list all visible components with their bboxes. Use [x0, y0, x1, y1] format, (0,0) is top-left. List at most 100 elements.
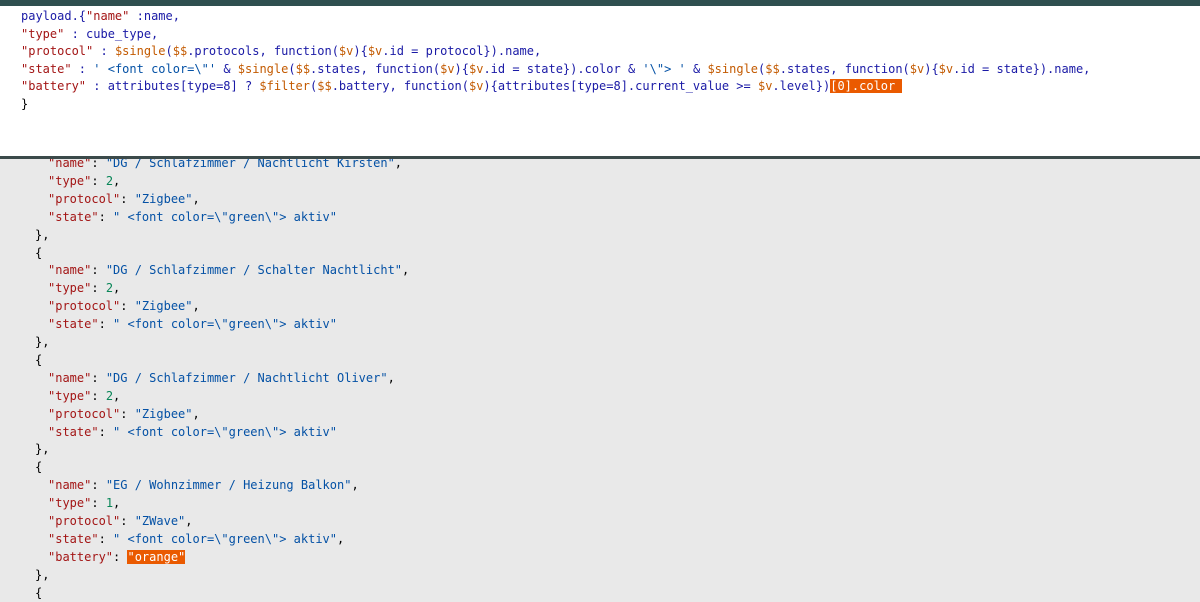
code-token: ){attributes[type=8].current_value >=	[483, 79, 758, 94]
code-token: " <font color=\"green\"> aktiv"	[113, 317, 337, 332]
code-token: ' <font color=\"'	[93, 61, 217, 76]
code-token: "DG / Schlafzimmer / Nachtlicht Oliver"	[105, 370, 388, 385]
output-code-line: },	[35, 334, 49, 351]
code-token: :	[91, 496, 106, 511]
code-token: ,	[185, 514, 193, 528]
code-token: "DG / Schlafzimmer / Schalter Nachtlicht…	[105, 263, 403, 278]
code-token: :	[120, 406, 135, 421]
code-token: "type"	[48, 173, 92, 188]
code-token: "battery"	[48, 549, 114, 564]
code-token: :	[120, 299, 135, 314]
editor-code-line[interactable]: "type" : cube_type,	[21, 26, 158, 43]
code-token: },	[35, 567, 50, 582]
editor-code-line[interactable]: "state" : ' <font color=\"' & $single($$…	[21, 61, 1090, 78]
output-code-line: "state": " <font color=\"green\"> aktiv"	[48, 424, 337, 441]
code-token: "protocol"	[48, 514, 121, 528]
code-token: $single	[237, 61, 289, 76]
output-code-line: {	[35, 245, 42, 262]
code-token: :	[91, 478, 106, 493]
code-token: :	[113, 549, 128, 564]
code-token: $v	[909, 61, 925, 76]
code-token: :	[120, 514, 135, 528]
editor-code-line[interactable]: "battery" : attributes[type=8] ? $filter…	[21, 78, 903, 95]
code-token: }	[21, 97, 29, 111]
code-token: $v	[938, 61, 954, 76]
code-token: ){	[924, 61, 939, 76]
output-code-line: "protocol": "Zigbee",	[48, 406, 200, 423]
code-token: "name"	[48, 478, 92, 493]
code-token: ){	[353, 44, 368, 59]
code-token: "Zigbee"	[134, 299, 193, 314]
code-token: : cube_type,	[64, 26, 159, 41]
code-token: :	[120, 191, 135, 206]
code-token: "state"	[48, 209, 99, 224]
code-token: ,	[192, 191, 200, 206]
code-token: :	[71, 61, 94, 76]
output-code-line: },	[35, 567, 49, 584]
code-token: .states, function(	[779, 61, 910, 76]
code-token: $v	[469, 61, 484, 76]
code-token: :	[91, 263, 106, 278]
output-code-line: "type": 2,	[48, 173, 120, 190]
code-token: (	[165, 44, 173, 59]
code-token: .id = state}).color &	[483, 61, 643, 76]
code-token: "protocol"	[48, 191, 121, 206]
code-token: .states, function(	[310, 61, 441, 76]
code-token: },	[35, 442, 50, 457]
code-token: {	[35, 585, 43, 600]
code-token: ,	[192, 406, 200, 421]
code-token: {	[35, 352, 43, 367]
editor-code-line[interactable]: "protocol" : $single($$.protocols, funct…	[21, 43, 541, 60]
code-token: :	[91, 370, 106, 385]
code-token: "name"	[48, 370, 92, 385]
code-token: .level})	[772, 79, 831, 94]
code-token: "state"	[21, 61, 72, 76]
output-code-line: "battery": "orange"	[48, 549, 186, 566]
code-token: .protocols, function(	[187, 44, 339, 59]
editor-code-line[interactable]: }	[21, 96, 28, 113]
code-token: :name,	[129, 9, 180, 23]
code-token: $$	[317, 79, 332, 94]
code-token: :	[91, 173, 106, 188]
code-token: ,	[113, 281, 121, 296]
code-token: $v	[468, 79, 484, 94]
code-token: "type"	[48, 281, 92, 296]
code-token: $single	[707, 61, 759, 76]
code-token: $v	[757, 79, 773, 94]
code-token: "Zigbee"	[134, 191, 193, 206]
output-code-line: },	[35, 441, 49, 458]
code-token: ,	[337, 531, 345, 546]
code-token: $$	[295, 61, 311, 76]
code-token: '\"> '	[642, 61, 686, 76]
output-code-line: {	[35, 352, 42, 369]
code-token: $$	[765, 61, 780, 76]
output-code-line: "type": 1,	[48, 495, 120, 512]
code-token: "Zigbee"	[134, 406, 193, 421]
code-token: {	[35, 245, 43, 260]
output-code-line: "type": 2,	[48, 280, 120, 297]
code-token: 2	[105, 388, 114, 403]
code-token: ,	[387, 370, 395, 385]
code-token: :	[98, 209, 114, 224]
output-code-line: "name": "EG / Wohnzimmer / Heizung Balko…	[48, 477, 359, 494]
code-token: .id = protocol}).name,	[382, 44, 542, 59]
code-token: :	[98, 424, 114, 439]
code-token: ,	[113, 388, 121, 403]
code-token: $single	[114, 44, 166, 59]
code-token: $v	[440, 61, 455, 76]
code-token: 2	[105, 173, 114, 188]
expression-editor[interactable]: payload.{"name" :name, "type" : cube_type…	[0, 6, 1200, 159]
code-token: "type"	[21, 26, 65, 41]
output-code-line: "protocol": "ZWave",	[48, 513, 193, 530]
code-token: .id = state}).name,	[953, 61, 1091, 76]
code-token: :	[98, 531, 114, 546]
output-code-line: },	[35, 227, 49, 244]
code-token: {	[35, 460, 43, 475]
code-token: &	[685, 61, 708, 76]
output-code-line: {	[35, 585, 42, 602]
code-token: payload.{	[21, 9, 87, 23]
code-token: ,	[351, 478, 359, 493]
editor-code-line[interactable]: payload.{"name" :name,	[21, 8, 180, 25]
code-token: &	[216, 61, 238, 76]
code-token: },	[35, 335, 50, 349]
